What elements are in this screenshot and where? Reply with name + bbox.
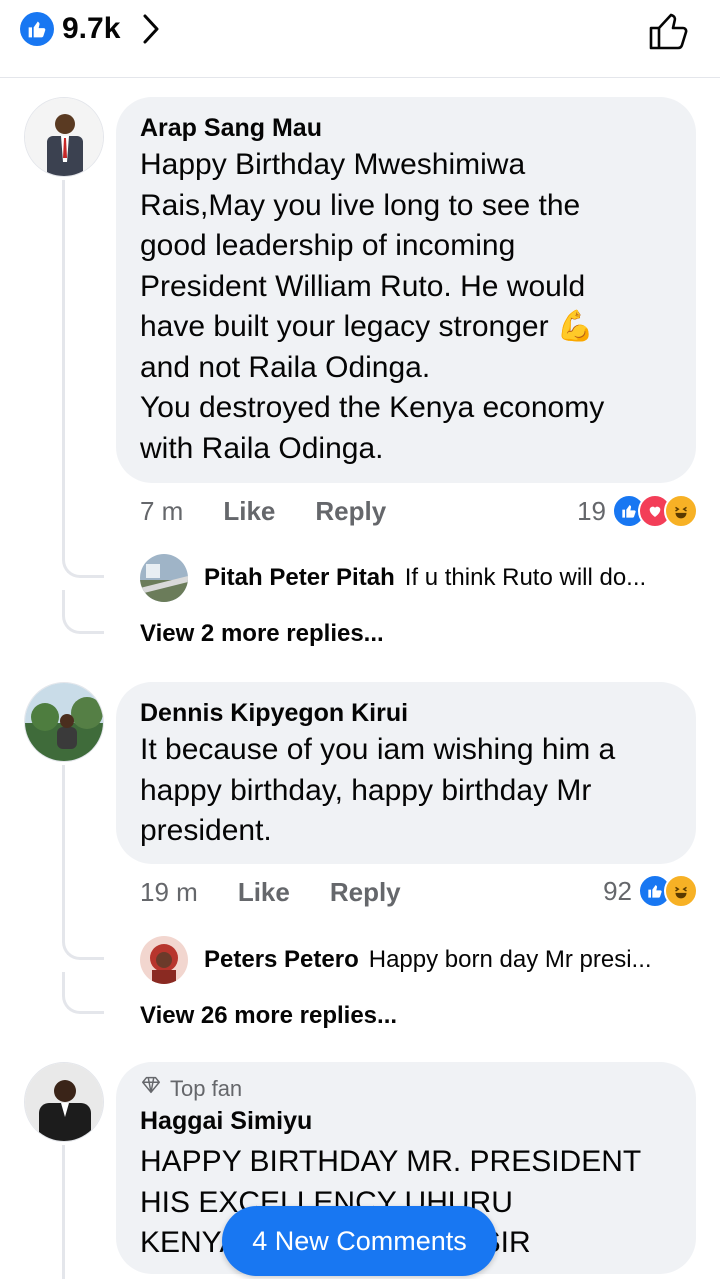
comment-line: happy birthday, happy birthday Mr <box>140 773 592 807</box>
view-more-replies-link[interactable]: View 26 more replies... <box>140 1002 397 1030</box>
reply-avatar[interactable] <box>140 554 188 602</box>
like-post-icon[interactable] <box>646 8 690 57</box>
thread-line <box>62 1145 65 1279</box>
comment-line: HAPPY BIRTHDAY MR. PRESIDENT <box>140 1145 642 1178</box>
comment-line: President William Ruto. He would <box>140 269 586 303</box>
thread-line <box>62 180 65 560</box>
comment-line: You destroyed the Kenya economy <box>140 391 605 424</box>
reply-snippet: Happy born day Mr presi... <box>368 946 652 973</box>
top-fan-label: Top fan <box>170 1076 243 1101</box>
comment-time: 19 m <box>140 877 198 907</box>
thread-connector <box>62 924 104 960</box>
comment-reaction-count: 19 <box>577 495 606 526</box>
avatar[interactable] <box>24 682 104 762</box>
comment-line: It because of you iam wishing him a <box>140 733 616 766</box>
reactions-header: 9.7k <box>0 0 720 78</box>
view-more-replies-link[interactable]: View 2 more replies... <box>140 620 384 648</box>
diamond-icon <box>140 1074 162 1104</box>
like-button[interactable]: Like <box>238 877 290 908</box>
comment-time: 7 m <box>140 496 184 526</box>
comment-line: with Raila Odinga. <box>140 431 384 465</box>
comment-body: Happy Birthday Mweshimiwa Rais,May you l… <box>140 145 672 469</box>
thread-line <box>62 765 65 941</box>
comment-line: have built your legacy stronger 💪 <box>140 310 595 343</box>
comment-reactions[interactable]: 92 <box>603 874 698 908</box>
comment-line: and not Raila Odinga. <box>140 350 431 384</box>
comment-bubble[interactable]: Arap Sang Mau Happy Birthday Mweshimiwa … <box>116 97 696 483</box>
comment-author[interactable]: Haggai Simiyu <box>140 1104 672 1138</box>
reply-author[interactable]: Pitah Peter Pitah <box>204 564 395 592</box>
comment-actions: 19 m Like Reply <box>140 877 401 908</box>
comment-reactions[interactable]: 19 <box>577 494 698 528</box>
reply-button[interactable]: Reply <box>315 496 386 527</box>
comment-author[interactable]: Arap Sang Mau <box>140 111 672 145</box>
comment-line: president. <box>140 814 272 847</box>
comment-reaction-count: 92 <box>603 875 632 906</box>
top-fan-badge: Top fan <box>140 1074 672 1104</box>
haha-reaction-icon <box>664 874 698 908</box>
avatar[interactable] <box>24 97 104 177</box>
reaction-count: 9.7k <box>62 12 121 45</box>
comment-body: It because of you iam wishing him a happ… <box>140 730 672 852</box>
like-reaction-icon <box>20 12 54 46</box>
comment-bubble[interactable]: Dennis Kipyegon Kirui It because of you … <box>116 682 696 864</box>
reply-button[interactable]: Reply <box>330 877 401 908</box>
thread-connector <box>62 972 104 1014</box>
like-button[interactable]: Like <box>223 496 275 527</box>
comment-line: good leadership of incoming <box>140 229 516 262</box>
comment-line: Rais,May you live long to see the <box>140 188 581 222</box>
comment-line: Happy Birthday Mweshimiwa <box>140 148 526 181</box>
chevron-right-icon[interactable] <box>142 13 160 45</box>
avatar[interactable] <box>24 1062 104 1142</box>
reply-snippet: If u think Ruto will do... <box>404 564 647 591</box>
reply-avatar[interactable] <box>140 936 188 984</box>
comment-author[interactable]: Dennis Kipyegon Kirui <box>140 696 672 730</box>
reaction-summary[interactable]: 9.7k <box>20 12 160 46</box>
reply-preview[interactable]: Pitah Peter Pitah If u think Ruto will d… <box>204 564 646 592</box>
haha-reaction-icon <box>664 494 698 528</box>
reply-author[interactable]: Peters Petero <box>204 946 359 974</box>
new-comments-button[interactable]: 4 New Comments <box>222 1206 497 1276</box>
thread-connector <box>62 540 104 578</box>
reply-preview[interactable]: Peters Petero Happy born day Mr presi... <box>204 946 652 974</box>
comment-actions: 7 m Like Reply <box>140 496 386 527</box>
thread-connector <box>62 590 104 634</box>
